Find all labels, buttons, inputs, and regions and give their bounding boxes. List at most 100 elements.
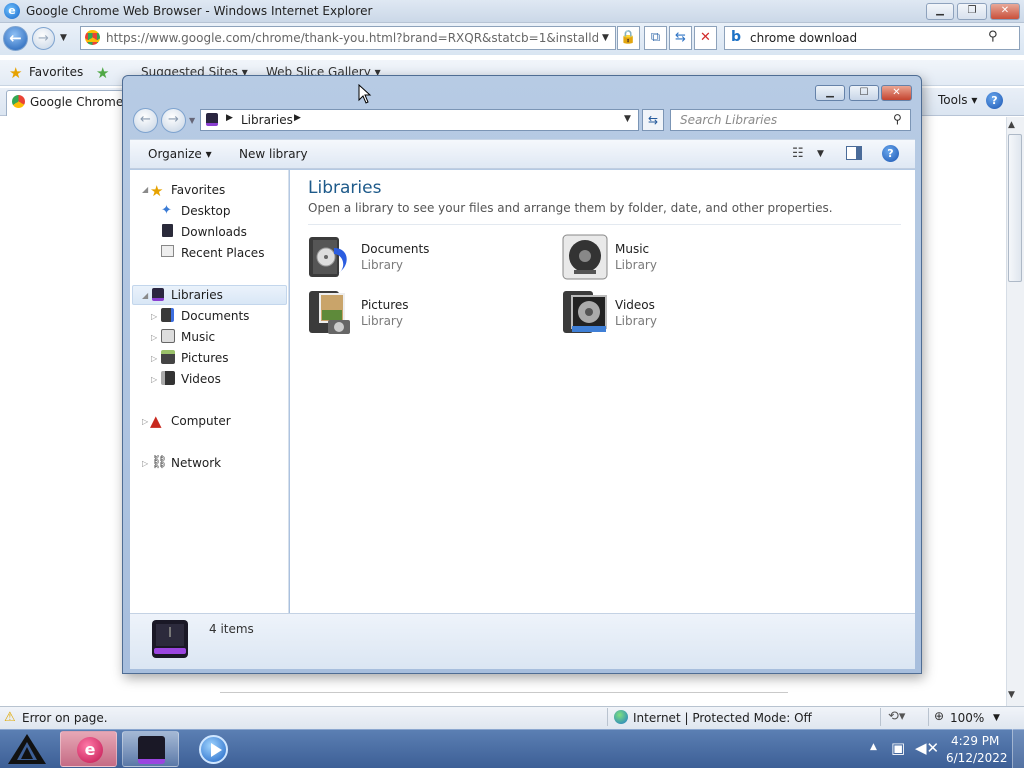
explorer-address-dropdown[interactable]: ▼	[624, 114, 631, 124]
taskbar-media-player-button[interactable]	[184, 731, 241, 767]
explorer-close-button[interactable]: ✕	[881, 85, 912, 101]
expand-arrow-icon[interactable]: ▷	[151, 312, 157, 321]
organize-button[interactable]: Organize ▾	[148, 147, 212, 161]
nav-favorites[interactable]: Favorites	[171, 183, 225, 197]
ie-url-text[interactable]: https://www.google.com/chrome/thank-you.…	[106, 31, 598, 45]
preview-pane-icon[interactable]	[846, 146, 862, 160]
library-name[interactable]: Documents	[361, 242, 429, 256]
nav-documents[interactable]: Documents	[181, 309, 249, 323]
expand-arrow-icon[interactable]: ▷	[151, 333, 157, 342]
volume-muted-icon[interactable]: ◀✕	[915, 739, 939, 757]
collapse-arrow-icon[interactable]: ◢	[142, 185, 148, 194]
library-name[interactable]: Videos	[615, 298, 655, 312]
warning-icon[interactable]: ⚠	[4, 710, 16, 725]
explorer-search-input[interactable]: Search Libraries	[680, 113, 777, 127]
ie-back-button[interactable]: ←	[3, 26, 28, 51]
status-separator	[607, 708, 608, 726]
computer-icon: ▲	[150, 412, 162, 430]
nav-videos[interactable]: Videos	[181, 372, 221, 386]
explorer-history-dropdown[interactable]: ▼	[189, 116, 195, 125]
zoom-dropdown[interactable]: ▼	[993, 713, 1000, 723]
ie-search-input[interactable]: chrome download	[750, 31, 857, 45]
expand-arrow-icon[interactable]: ▷	[142, 459, 148, 468]
internet-zone-icon	[614, 710, 628, 724]
favorites-star-icon[interactable]: ★	[9, 64, 22, 82]
library-type: Library	[615, 258, 657, 272]
stop-icon[interactable]: ✕	[694, 26, 717, 50]
expand-arrow-icon[interactable]: ▷	[151, 354, 157, 363]
pictures-library-icon	[308, 290, 352, 336]
explorer-taskbar-icon	[138, 736, 165, 764]
status-separator	[880, 708, 881, 726]
ie-address-dropdown[interactable]: ▼	[602, 33, 609, 43]
breadcrumb-libraries[interactable]: Libraries	[241, 113, 293, 127]
ie-restore-button[interactable]: ❐	[957, 3, 987, 20]
new-library-button[interactable]: New library	[239, 147, 308, 161]
search-icon[interactable]: ⚲	[893, 112, 902, 126]
explorer-forward-button[interactable]: →	[161, 108, 186, 133]
show-desktop-button[interactable]	[1012, 729, 1024, 768]
nav-libraries[interactable]: Libraries	[171, 288, 223, 302]
library-name[interactable]: Pictures	[361, 298, 409, 312]
compatibility-view-icon[interactable]: ⧉	[644, 26, 667, 50]
status-error-text[interactable]: Error on page.	[22, 711, 108, 725]
breadcrumb-arrow-icon[interactable]: ▶	[226, 113, 233, 123]
nav-network[interactable]: Network	[171, 456, 221, 470]
libraries-icon	[152, 288, 164, 301]
explorer-refresh-icon[interactable]: ⇆	[642, 109, 664, 131]
protected-mode-icon[interactable]: ⟲▾	[888, 709, 905, 724]
help-icon[interactable]: ?	[882, 145, 899, 162]
documents-icon	[161, 308, 174, 322]
favorites-button[interactable]: Favorites	[29, 65, 83, 79]
libraries-icon	[206, 113, 218, 126]
nav-computer[interactable]: Computer	[171, 414, 231, 428]
nav-music[interactable]: Music	[181, 330, 215, 344]
library-name[interactable]: Music	[615, 242, 649, 256]
expand-arrow-icon[interactable]: ▷	[151, 375, 157, 384]
page-divider	[220, 692, 788, 693]
refresh-icon[interactable]: ⇆	[669, 26, 692, 50]
taskbar-ie-button[interactable]: e	[60, 731, 117, 767]
ie-recent-pages-dropdown[interactable]: ▼	[60, 33, 67, 43]
favorites-star-icon: ★	[150, 182, 164, 200]
clock-time[interactable]: 4:29 PM	[951, 734, 999, 748]
music-library-icon	[562, 234, 608, 280]
expand-arrow-icon[interactable]: ▷	[142, 417, 148, 426]
taskbar-explorer-button[interactable]	[122, 731, 179, 767]
videos-icon	[161, 371, 175, 385]
collapse-arrow-icon[interactable]: ◢	[142, 291, 148, 300]
status-separator	[928, 708, 929, 726]
add-favorites-icon[interactable]: ★	[96, 64, 109, 82]
nav-downloads[interactable]: Downloads	[181, 225, 247, 239]
show-hidden-icons-icon[interactable]: ▲	[870, 742, 877, 752]
breadcrumb-arrow-icon[interactable]: ▶	[294, 113, 301, 123]
view-dropdown[interactable]: ▼	[817, 149, 824, 159]
ie-close-button[interactable]: ✕	[990, 3, 1020, 20]
music-icon	[161, 329, 175, 343]
explorer-minimize-button[interactable]: ▁	[815, 85, 845, 101]
change-view-icon[interactable]: ☷	[792, 146, 804, 161]
nav-pictures[interactable]: Pictures	[181, 351, 229, 365]
start-button[interactable]	[6, 732, 48, 766]
scrollbar-thumb[interactable]	[1008, 134, 1022, 282]
ie-forward-button[interactable]: →	[32, 27, 55, 50]
explorer-maximize-button[interactable]: ☐	[849, 85, 879, 101]
tools-menu[interactable]: Tools ▾	[938, 93, 977, 107]
zoom-level[interactable]: 100%	[950, 711, 984, 725]
ie-window-title: Google Chrome Web Browser - Windows Inte…	[26, 4, 373, 18]
search-icon[interactable]: ⚲	[988, 29, 998, 44]
explorer-back-button[interactable]: ←	[133, 108, 158, 133]
bing-icon: b	[731, 29, 742, 45]
mouse-cursor-icon	[358, 83, 372, 107]
scroll-down-icon[interactable]: ▼	[1008, 690, 1015, 700]
nav-desktop[interactable]: Desktop	[181, 204, 231, 218]
lock-icon[interactable]: 🔒	[617, 26, 640, 50]
zoom-icon[interactable]: ⊕	[934, 709, 944, 723]
scroll-up-icon[interactable]: ▲	[1008, 120, 1015, 130]
ie-minimize-button[interactable]: ▁	[926, 3, 954, 20]
nav-recent-places[interactable]: Recent Places	[181, 246, 264, 260]
clock-date[interactable]: 6/12/2022	[946, 751, 1008, 765]
chrome-favicon-icon	[85, 30, 100, 45]
help-icon[interactable]: ?	[986, 92, 1003, 109]
network-tray-icon[interactable]: ▣	[891, 739, 905, 757]
